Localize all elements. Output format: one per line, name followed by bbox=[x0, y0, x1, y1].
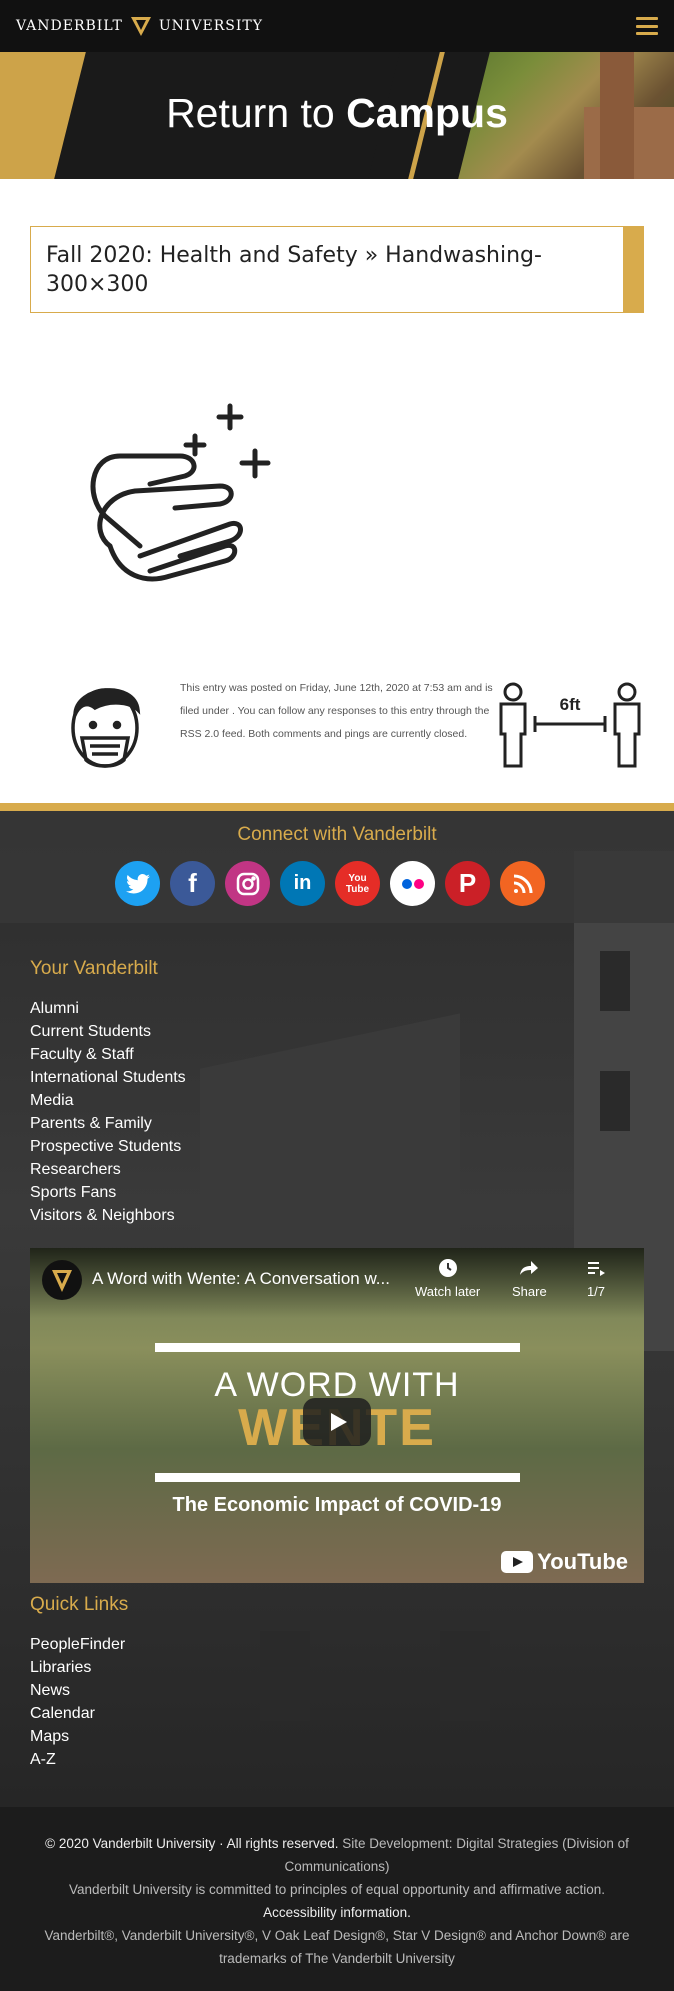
instagram-icon[interactable] bbox=[225, 861, 270, 906]
masked-person-icon bbox=[71, 688, 141, 768]
video-title[interactable]: A Word with Wente: A Conversation w... bbox=[92, 1269, 390, 1289]
v-oak-leaf-icon bbox=[130, 17, 151, 36]
equal-opportunity-text: Vanderbilt University is committed to pr… bbox=[68, 1882, 605, 1897]
link-alumni[interactable]: Alumni bbox=[30, 997, 186, 1020]
share-label: Share bbox=[512, 1284, 547, 1299]
youtube-brand-label: YouTube bbox=[537, 1549, 628, 1574]
entry-meta-text: This entry was posted on Friday, June 12… bbox=[180, 682, 493, 740]
channel-avatar[interactable] bbox=[42, 1260, 82, 1300]
play-button[interactable] bbox=[303, 1398, 371, 1446]
share-button[interactable]: Share bbox=[512, 1258, 547, 1299]
youtube-play-icon bbox=[501, 1551, 534, 1573]
page-title-box: Fall 2020: Health and Safety » Handwashi… bbox=[30, 226, 644, 313]
share-icon bbox=[512, 1258, 547, 1284]
quick-links-title: Quick Links bbox=[30, 1594, 129, 1615]
link-a-z[interactable]: A-Z bbox=[30, 1748, 125, 1771]
link-maps[interactable]: Maps bbox=[30, 1725, 125, 1748]
youtube-video-embed[interactable]: A Word with Wente: A Conversation w... W… bbox=[30, 1248, 644, 1583]
hero-title: Return to Campus bbox=[0, 90, 674, 137]
title-accent-bar bbox=[623, 227, 643, 312]
playlist-position: 1/7 bbox=[586, 1284, 606, 1299]
link-researchers[interactable]: Researchers bbox=[30, 1158, 186, 1181]
vanderbilt-logo[interactable]: VANDERBILT UNIVERSITY bbox=[16, 14, 263, 38]
top-navigation-bar: VANDERBILT UNIVERSITY bbox=[0, 0, 674, 52]
link-prospective-students[interactable]: Prospective Students bbox=[30, 1135, 186, 1158]
link-peoplefinder[interactable]: PeopleFinder bbox=[30, 1633, 125, 1656]
youtube-logo[interactable]: YouTube bbox=[501, 1549, 628, 1575]
watch-later-label: Watch later bbox=[415, 1284, 481, 1299]
hero-title-bold: Campus bbox=[346, 90, 508, 136]
entry-meta-section: This entry was posted on Friday, June 12… bbox=[0, 670, 674, 780]
link-international-students[interactable]: International Students bbox=[30, 1066, 186, 1089]
connect-band: Connect with Vanderbilt f in You Tube P bbox=[0, 811, 674, 923]
footer-gold-rule bbox=[0, 803, 674, 811]
social-distancing-icon: 6ft bbox=[499, 682, 641, 768]
handwashing-icon bbox=[90, 403, 271, 582]
facebook-icon[interactable]: f bbox=[170, 861, 215, 906]
watch-later-button[interactable]: Watch later bbox=[415, 1258, 480, 1299]
linkedin-icon[interactable]: in bbox=[280, 861, 325, 906]
accessibility-link[interactable]: Accessibility information. bbox=[40, 1901, 634, 1924]
link-visitors-neighbors[interactable]: Visitors & Neighbors bbox=[30, 1204, 186, 1227]
hero-banner: Return to Campus bbox=[0, 52, 674, 179]
playlist-button[interactable]: 1/7 bbox=[586, 1258, 606, 1299]
link-faculty-staff[interactable]: Faculty & Staff bbox=[30, 1043, 186, 1066]
twitter-icon[interactable] bbox=[115, 861, 160, 906]
video-overlay-subtitle: The Economic Impact of COVID-19 bbox=[172, 1494, 502, 1516]
clock-icon bbox=[415, 1258, 480, 1284]
link-current-students[interactable]: Current Students bbox=[30, 1020, 186, 1043]
logo-text-university: UNIVERSITY bbox=[158, 18, 263, 34]
logo-text-vanderbilt: VANDERBILT bbox=[16, 18, 123, 34]
distance-label: 6ft bbox=[560, 695, 581, 714]
youtube-icon[interactable]: You Tube bbox=[335, 861, 380, 906]
hero-title-light: Return to bbox=[166, 90, 335, 136]
hamburger-menu-icon[interactable] bbox=[636, 17, 658, 35]
your-vanderbilt-title: Your Vanderbilt bbox=[30, 958, 158, 979]
page-title: Fall 2020: Health and Safety » Handwashi… bbox=[46, 243, 542, 297]
flickr-icon[interactable] bbox=[390, 861, 435, 906]
trademarks-text: Vanderbilt®, Vanderbilt University®, V O… bbox=[44, 1928, 630, 1966]
link-sports-fans[interactable]: Sports Fans bbox=[30, 1181, 186, 1204]
copyright-footer: © 2020 Vanderbilt University · All right… bbox=[0, 1807, 674, 1991]
link-parents-family[interactable]: Parents & Family bbox=[30, 1112, 186, 1135]
connect-title: Connect with Vanderbilt bbox=[237, 824, 437, 845]
social-links: f in You Tube P bbox=[115, 861, 545, 906]
link-news[interactable]: News bbox=[30, 1679, 125, 1702]
copyright-text: © 2020 Vanderbilt University · All right… bbox=[45, 1836, 339, 1851]
link-libraries[interactable]: Libraries bbox=[30, 1656, 125, 1679]
your-vanderbilt-links: Alumni Current Students Faculty & Staff … bbox=[30, 997, 186, 1227]
link-media[interactable]: Media bbox=[30, 1089, 186, 1112]
pinterest-icon[interactable]: P bbox=[445, 861, 490, 906]
link-calendar[interactable]: Calendar bbox=[30, 1702, 125, 1725]
quick-links: PeopleFinder Libraries News Calendar Map… bbox=[30, 1633, 125, 1771]
rss-icon[interactable] bbox=[500, 861, 545, 906]
playlist-icon bbox=[586, 1258, 606, 1284]
